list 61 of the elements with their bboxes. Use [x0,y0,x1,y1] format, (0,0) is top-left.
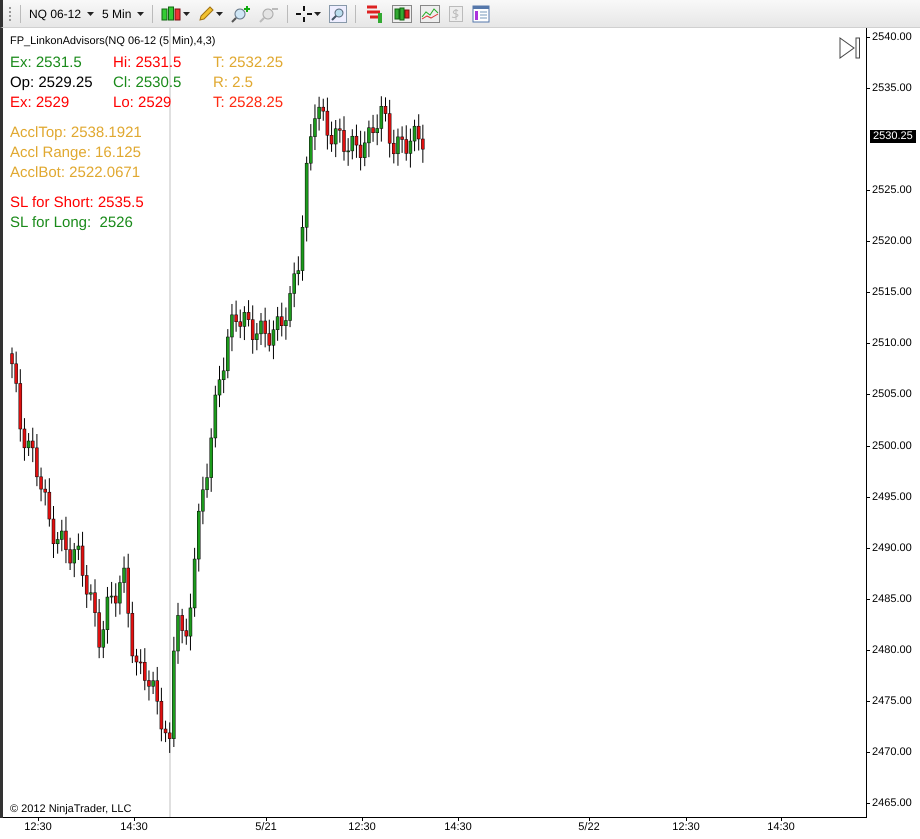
time-axis-label: 12:30 [24,821,52,834]
price-axis-label: 2485.00 [872,592,912,606]
ohlc-value: Hi: 2531.5 [113,53,182,73]
price-axis-label: 2490.00 [872,542,912,555]
pencil-icon [198,6,214,22]
time-axis-label: 14:30 [120,821,148,834]
time-axis-label: 12:30 [348,821,376,834]
bars-icon[interactable] [364,4,384,22]
acceleration-level: AcclBot: 2522.0671 [10,163,142,183]
grip-icon[interactable] [9,6,12,22]
ohlc-value: R: 2.5 [213,73,254,93]
chart-title: FP_LinkonAdvisors(NQ 06-12 (5 Min),4,3) [10,34,216,48]
price-axis-label: 2540.00 [872,31,912,44]
price-axis-label: 2525.00 [872,184,912,198]
caret-icon [87,12,94,16]
instrument-dropdown[interactable]: NQ 06-12 [29,4,94,22]
candles-icon [161,4,182,22]
last-price-marker: 2530.25 [870,130,916,143]
stop-loss-level: SL for Long: 2526 [10,213,134,233]
price-axis-label: 2515.00 [872,286,912,300]
stop-loss-level: SL for Short: 2535.5 [10,193,145,213]
crosshair-button[interactable] [296,6,322,22]
copyright-text: © 2012 NinjaTrader, LLC [10,802,132,816]
price-axis-label: 2470.00 [872,746,912,759]
ohlc-value: Ex: 2531.5 [10,53,83,73]
time-axis-label: 14:30 [444,821,472,834]
interval-dropdown[interactable]: 5 Min [102,4,144,22]
ohlc-value: Cl: 2530.5 [113,73,182,93]
scroll-to-end-icon[interactable] [839,37,861,59]
acceleration-level: Accl Range: 16.125 [10,143,142,163]
time-axis-label: 14:30 [767,821,795,834]
acceleration-level: AcclTop: 2538.1921 [10,123,143,143]
ohlc-value: Ex: 2529 [10,93,70,113]
price-axis-label: 2495.00 [872,490,912,504]
time-axis-label: 12:30 [672,821,700,834]
ohlc-value: Op: 2529.25 [10,73,94,93]
zoom-in-icon[interactable] [231,4,252,22]
search-icon[interactable] [329,4,348,22]
price-axis-label: 2500.00 [872,440,912,453]
caret-icon [216,12,224,16]
price-axis-label: 2535.00 [872,82,912,96]
chart-style-button[interactable] [161,4,190,22]
candle-chart-icon[interactable] [392,4,412,22]
caret-icon [183,12,190,16]
price-axis-label: 2475.00 [872,694,912,708]
ohlc-value: T: 2528.25 [213,93,284,113]
time-axis-label: 5/22 [578,821,600,834]
price-axis-label: 2480.00 [872,644,912,657]
caret-icon [314,12,322,16]
ohlc-value: Lo: 2529 [113,93,172,113]
price-axis-label: 2505.00 [872,388,912,402]
price-axis-label: 2520.00 [872,235,912,248]
drawing-tool-button[interactable] [198,6,224,22]
crosshair-icon [296,6,312,22]
price-axis-label: 2465.00 [872,796,912,810]
line-chart-icon[interactable] [420,4,440,22]
ohlc-value: T: 2532.25 [213,53,284,73]
caret-icon [137,12,144,16]
properties-icon[interactable] [472,4,490,22]
price-axis-label: 2510.00 [872,337,912,350]
time-axis-label: 5/21 [255,821,277,834]
